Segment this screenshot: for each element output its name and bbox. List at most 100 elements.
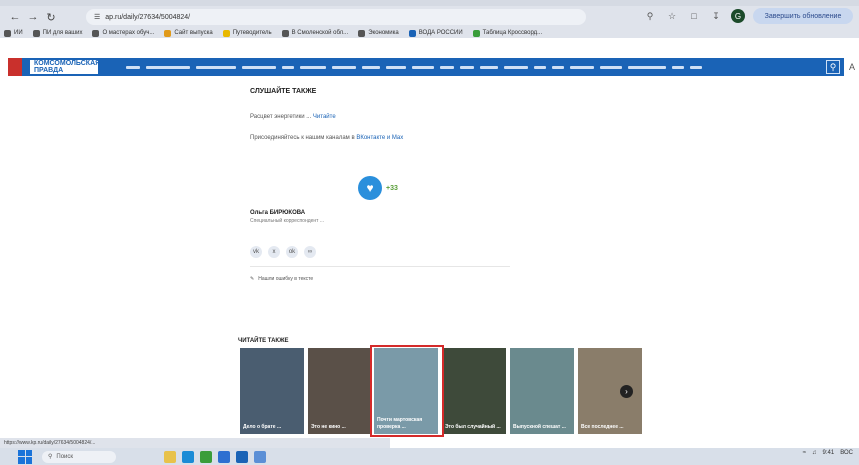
address-bar-url: ap.ru/daily/27634/5004824/ xyxy=(105,13,191,21)
nav-link[interactable] xyxy=(362,65,380,69)
nav-link[interactable] xyxy=(146,65,190,69)
nav-link[interactable] xyxy=(412,65,434,69)
site-logo[interactable]: КОМСОМОЛЬСКАЯ ПРАВДА xyxy=(30,60,100,74)
nav-link[interactable] xyxy=(534,65,546,69)
download-icon[interactable]: ↧ xyxy=(709,9,723,23)
article-footer: СЛУШАЙТЕ ТАКЖЕ Расцвет энергетики ... Чи… xyxy=(250,78,520,282)
bookmark-item[interactable]: ИИ xyxy=(4,29,23,37)
search-icon: ⚲ xyxy=(48,454,53,460)
mail-icon[interactable] xyxy=(236,450,248,463)
nav-link[interactable] xyxy=(552,65,564,69)
search-icon[interactable]: ⚲ xyxy=(826,60,840,74)
bookmark-label: Путеводитель xyxy=(232,30,272,36)
nav-link[interactable] xyxy=(386,65,406,69)
bookmark-favicon-icon xyxy=(358,29,366,37)
file-explorer-icon[interactable] xyxy=(164,450,176,463)
bookmark-label: Экономика xyxy=(368,30,399,36)
profile-avatar[interactable]: G xyxy=(731,9,745,23)
nav-link[interactable] xyxy=(242,65,276,69)
nav-link[interactable] xyxy=(460,65,474,69)
edge-icon[interactable] xyxy=(182,450,194,463)
reload-button[interactable]: ↻ xyxy=(42,8,60,26)
bookmark-label: В Смоленской обл... xyxy=(291,30,349,36)
carousel-next-icon[interactable]: › xyxy=(620,385,633,398)
windows-start-icon[interactable] xyxy=(18,449,32,464)
bookmark-favicon-icon xyxy=(472,29,480,37)
related-article-card[interactable]: Дело о брате ... xyxy=(240,348,304,434)
nav-link[interactable] xyxy=(196,65,236,69)
site-info-icon[interactable]: ☰ xyxy=(94,13,100,21)
share-ok-icon[interactable]: ok xyxy=(286,246,298,258)
share-link-icon[interactable]: ∞ xyxy=(304,246,316,258)
bookmark-item[interactable]: В Смоленской обл... xyxy=(281,29,349,37)
channels-paragraph: Присоединяйтесь к нашим каналам в ВКонта… xyxy=(250,135,404,141)
bookmark-item[interactable]: Экономика xyxy=(358,29,399,37)
zoom-icon[interactable]: ⚲ xyxy=(643,9,657,23)
font-size-icon[interactable]: A xyxy=(849,62,855,72)
share-x-icon[interactable]: x xyxy=(268,246,280,258)
nav-link[interactable] xyxy=(126,65,140,69)
share-vk-icon[interactable]: vk xyxy=(250,246,262,258)
clock[interactable]: 9:41 xyxy=(823,450,835,456)
nav-link[interactable] xyxy=(480,65,498,69)
network-icon[interactable]: ≈ xyxy=(803,450,806,456)
browser-chrome: ← → ↻ ☰ ap.ru/daily/27634/5004824/ ⚲ ☆ □… xyxy=(0,0,859,38)
toolbar-actions: ⚲ ☆ □ ↧ G Завершить обновление xyxy=(643,8,853,24)
channels-link[interactable]: ВКонтакте и Max xyxy=(356,135,403,141)
bookmark-favicon-icon xyxy=(92,29,100,37)
chrome-icon[interactable] xyxy=(200,450,212,463)
address-bar[interactable]: ☰ ap.ru/daily/27634/5004824/ xyxy=(86,9,586,25)
bookmark-favicon-icon xyxy=(32,29,40,37)
article-link[interactable]: Читайте xyxy=(313,114,336,120)
nav-link[interactable] xyxy=(504,65,528,69)
nav-link[interactable] xyxy=(672,65,684,69)
rating-count: +33 xyxy=(386,184,398,192)
store-icon[interactable] xyxy=(218,450,230,463)
bookmarks-bar: ИИ ПИ для ваших О мастерах обуч... Сайт вып… xyxy=(0,28,859,38)
bookmark-star-icon[interactable]: ☆ xyxy=(665,9,679,23)
nav-link[interactable] xyxy=(690,65,702,69)
extensions-icon[interactable]: □ xyxy=(687,9,701,23)
nav-link[interactable] xyxy=(282,65,294,69)
bookmark-label: ПИ для ваших xyxy=(42,30,83,36)
report-error[interactable]: ✎ Нашли ошибку в тексте xyxy=(250,276,313,282)
photos-icon[interactable] xyxy=(254,450,266,463)
bookmark-item[interactable]: ВОДА РОССИИ xyxy=(408,29,463,37)
report-error-label: Нашли ошибку в тексте xyxy=(258,276,314,282)
bookmark-item[interactable]: ПИ для ваших xyxy=(32,29,83,37)
nav-link[interactable] xyxy=(440,65,454,69)
language-indicator[interactable]: ВОС xyxy=(840,450,853,456)
nav-link[interactable] xyxy=(628,65,666,69)
bookmark-item[interactable]: Сайт выпуска xyxy=(164,29,213,37)
divider xyxy=(250,266,510,267)
back-button[interactable]: ← xyxy=(6,8,24,26)
update-browser-button[interactable]: Завершить обновление xyxy=(753,8,853,24)
bookmark-item[interactable]: О мастерах обуч... xyxy=(92,29,154,37)
volume-icon[interactable]: ♫ xyxy=(812,450,817,456)
nav-link[interactable] xyxy=(600,65,622,69)
system-tray: ≈ ♫ 9:41 ВОС xyxy=(803,450,853,456)
nav-link[interactable] xyxy=(332,65,356,69)
bookmark-item[interactable]: Таблица Кроссворд... xyxy=(472,29,543,37)
nav-link[interactable] xyxy=(570,65,594,69)
author-bio: Специальный корреспондент ... xyxy=(250,218,325,224)
status-bar-url: https://www.kp.ru/daily/27634/5004824/..… xyxy=(0,438,390,448)
see-also-heading: СЛУШАЙТЕ ТАКЖЕ xyxy=(250,88,317,95)
card-caption: Это не кино ... xyxy=(311,424,346,430)
related-article-card[interactable]: Это был случайный ... xyxy=(442,348,506,434)
related-article-card[interactable]: Это не кино ... xyxy=(308,348,372,434)
like-icon[interactable]: ♥ xyxy=(358,176,382,200)
nav-link[interactable] xyxy=(300,65,326,69)
author-name[interactable]: Ольга БИРЮКОВА xyxy=(250,210,520,216)
rating-widget: ♥ +33 xyxy=(358,176,398,200)
taskbar-apps xyxy=(164,450,266,463)
bookmark-item[interactable]: Путеводитель xyxy=(222,29,272,37)
card-caption: Это был случайный ... xyxy=(445,424,501,430)
taskbar-search[interactable]: ⚲ Поиск xyxy=(42,450,116,463)
related-article-card[interactable]: Выпускной спешат ... xyxy=(510,348,574,434)
card-caption: Дело о брате ... xyxy=(243,424,282,430)
bookmark-label: Таблица Кроссворд... xyxy=(482,30,543,36)
share-buttons: vk x ok ∞ xyxy=(250,246,316,258)
forward-button[interactable]: → xyxy=(24,8,42,26)
bookmark-favicon-icon xyxy=(281,29,289,37)
